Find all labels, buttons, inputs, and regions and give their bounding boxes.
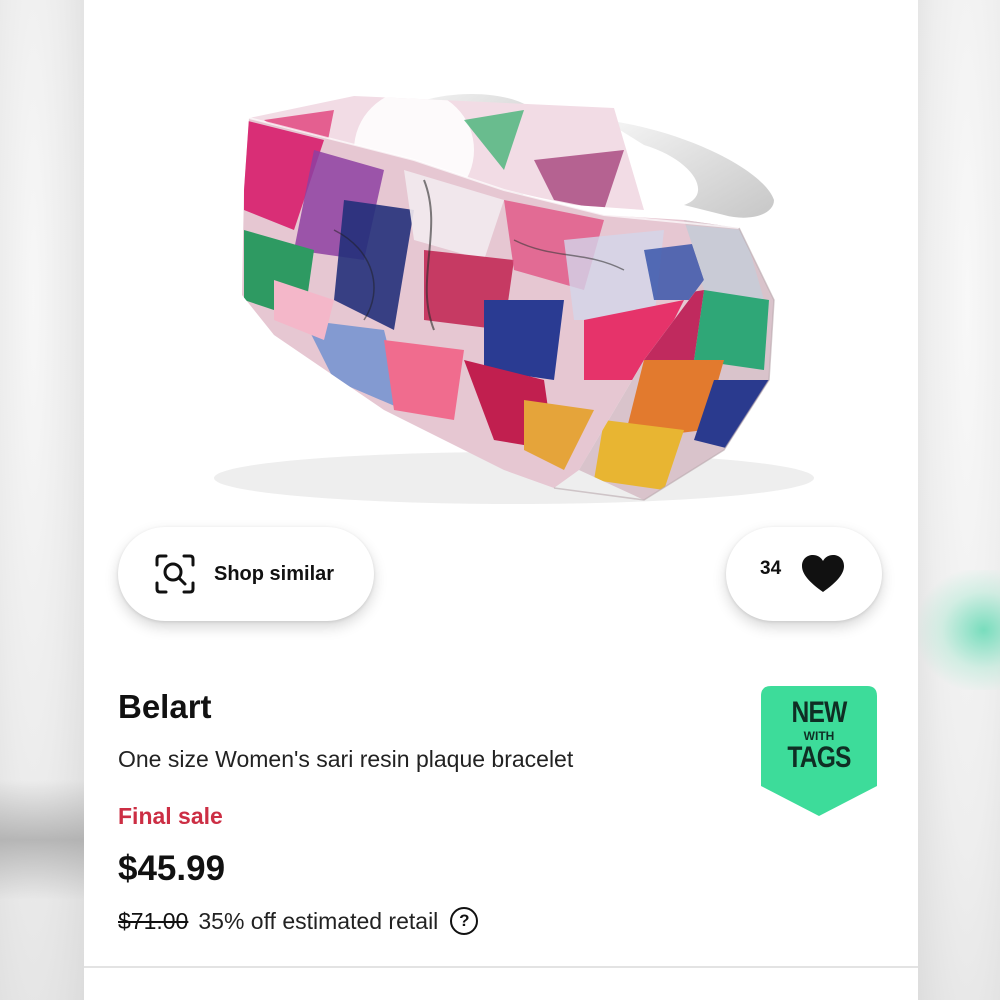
product-image[interactable] — [84, 0, 918, 520]
like-button[interactable]: 34 — [726, 527, 882, 621]
original-retail-price: $71.00 — [118, 907, 189, 934]
badge-text: NEW WITH TAGS — [761, 698, 877, 773]
new-with-tags-badge: NEW WITH TAGS — [761, 686, 877, 816]
discount-text: 35% off estimated retail — [198, 907, 439, 934]
current-price: $45.99 — [118, 849, 226, 888]
like-count: 34 — [760, 558, 782, 579]
badge-line-tags: TAGS — [787, 741, 851, 774]
shop-similar-label: Shop similar — [214, 562, 335, 585]
brand-name[interactable]: Belart — [118, 688, 212, 726]
final-sale-label: Final sale — [118, 803, 223, 829]
scan-search-icon — [154, 553, 196, 595]
section-divider — [84, 966, 918, 1000]
product-panel: Shop similar 34 Belart One size Women's … — [84, 0, 918, 1000]
background-left-blur — [0, 0, 84, 1000]
product-title: One size Women's sari resin plaque brace… — [118, 746, 574, 772]
shop-similar-button[interactable]: Shop similar — [118, 527, 374, 621]
badge-line-new: NEW — [791, 696, 848, 729]
background-right-blur — [918, 0, 1000, 1000]
retail-line: $71.00 35% off estimated retail ? — [118, 907, 479, 935]
heart-icon — [801, 554, 845, 594]
question-circle-icon[interactable]: ? — [450, 907, 479, 935]
